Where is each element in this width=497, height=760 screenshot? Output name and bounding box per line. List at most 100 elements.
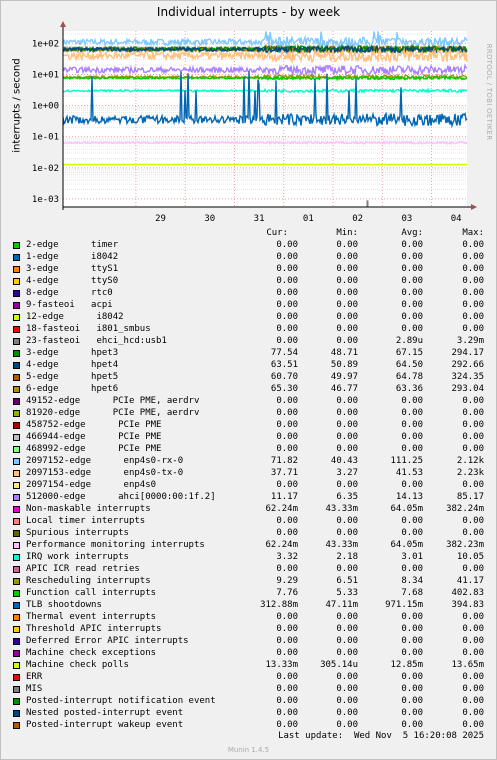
legend-min-value: 50.89	[330, 360, 358, 370]
legend-swatch	[13, 650, 20, 657]
legend-avg-value: 0.00	[401, 648, 423, 658]
legend-label: 81920-edge PCIe PME, aerdrv	[26, 408, 200, 418]
legend-min-value: 43.33m	[325, 504, 358, 514]
legend-max-value: 382.24m	[446, 504, 484, 514]
legend-swatch	[13, 266, 20, 273]
legend-row: Thermal event interrupts 0.00 0.00 0.00 0.00	[0, 612, 497, 624]
legend-max-value: 2.12k	[456, 456, 484, 466]
legend-swatch	[13, 626, 20, 633]
legend-max-value: 0.00	[462, 240, 484, 250]
legend-min-value: 3.27	[336, 468, 358, 478]
legend-label: ERR	[26, 672, 43, 682]
legend-cur-value: 62.24m	[265, 504, 298, 514]
legend-avg-value: 0.00	[401, 684, 423, 694]
legend-swatch	[13, 722, 20, 729]
legend-min-value: 0.00	[336, 636, 358, 646]
legend-swatch	[13, 458, 20, 465]
legend-min-value: 0.00	[336, 624, 358, 634]
legend-avg-value: 67.15	[395, 348, 423, 358]
legend-label: 1-edge i8042	[26, 252, 119, 262]
legend-avg-value: 3.01	[401, 552, 423, 562]
legend-label: 466944-edge PCIe PME	[26, 432, 162, 442]
legend-cur-value: 0.00	[276, 708, 298, 718]
legend-row: 8-edge rtc0 0.00 0.00 0.00 0.00	[0, 288, 497, 300]
legend-cur-value: 0.00	[276, 516, 298, 526]
legend-row: 2097152-edge enp4s0-rx-0 71.82 40.43 111.25…	[0, 456, 497, 468]
legend-swatch	[13, 566, 20, 573]
legend-min-value: 0.00	[336, 240, 358, 250]
legend-avg-value: 0.00	[401, 480, 423, 490]
legend-cur-value: 11.17	[270, 492, 298, 502]
legend-avg-value: 41.53	[395, 468, 423, 478]
legend-min-value: 0.00	[336, 672, 358, 682]
legend-row: Machine check exceptions 0.00 0.00 0.00 0.00	[0, 648, 497, 660]
legend-min-value: 46.77	[330, 384, 358, 394]
legend-cur-value: 3.32	[276, 552, 298, 562]
legend-row: 512000-edge ahci[0000:00:1f.2] 11.17 6.35 1…	[0, 492, 497, 504]
legend-header-max: Max:	[462, 228, 484, 238]
x-tick-label: 04	[451, 214, 462, 224]
legend-swatch	[13, 374, 20, 381]
legend-min-value: 0.00	[336, 708, 358, 718]
legend-header-min: Min:	[336, 228, 358, 238]
legend-swatch	[13, 554, 20, 561]
legend-max-value: 0.00	[462, 696, 484, 706]
legend-swatch	[13, 398, 20, 405]
legend-row: Performance monitoring interrupts 62.24m 4…	[0, 540, 497, 552]
legend-max-value: 0.00	[462, 300, 484, 310]
legend-row: 2097154-edge enp4s0 0.00 0.00 0.00 0.00	[0, 480, 497, 492]
legend-cur-value: 0.00	[276, 528, 298, 538]
legend-row: Spurious interrupts 0.00 0.00 0.00 0.00	[0, 528, 497, 540]
legend-cur-value: 0.00	[276, 480, 298, 490]
legend-row: Nested posted-interrupt event 0.00 0.00 0.0…	[0, 708, 497, 720]
legend-row: 9-fasteoi acpi 0.00 0.00 0.00 0.00	[0, 300, 497, 312]
legend-label: 2-edge timer	[26, 240, 119, 250]
legend-row: 468992-edge PCIe PME 0.00 0.00 0.00 0.00	[0, 444, 497, 456]
legend-min-value: 0.00	[336, 696, 358, 706]
legend-swatch	[13, 482, 20, 489]
legend-row: 3-edge hpet3 77.54 48.71 67.15 294.17	[0, 348, 497, 360]
y-tick-label: 1e-03	[32, 195, 59, 205]
legend-row: IRQ work interrupts 3.32 2.18 3.01 10.05	[0, 552, 497, 564]
legend-cur-value: 0.00	[276, 612, 298, 622]
legend-label: Rescheduling interrupts	[26, 576, 151, 586]
legend-cur-value: 0.00	[276, 408, 298, 418]
legend-label: Deferred Error APIC interrupts	[26, 636, 189, 646]
legend-max-value: 0.00	[462, 264, 484, 274]
legend-cur-value: 65.30	[270, 384, 298, 394]
x-tick-label: 01	[303, 214, 314, 224]
legend-cur-value: 0.00	[276, 336, 298, 346]
legend-swatch	[13, 254, 20, 261]
legend-max-value: 0.00	[462, 288, 484, 298]
legend-min-value: 6.51	[336, 576, 358, 586]
legend-row: 1-edge i8042 0.00 0.00 0.00 0.00	[0, 252, 497, 264]
legend-max-value: 0.00	[462, 648, 484, 658]
legend-cur-value: 71.82	[270, 456, 298, 466]
legend-label: 512000-edge ahci[0000:00:1f.2]	[26, 492, 216, 502]
legend-max-value: 394.83	[451, 600, 484, 610]
legend-max-value: 41.17	[456, 576, 484, 586]
legend-min-value: 0.00	[336, 648, 358, 658]
legend-min-value: 0.00	[336, 300, 358, 310]
legend-cur-value: 0.00	[276, 696, 298, 706]
y-tick-label: 1e+00	[32, 102, 59, 112]
legend-min-value: 5.33	[336, 588, 358, 598]
legend-max-value: 10.05	[456, 552, 484, 562]
legend-row: 4-edge ttyS0 0.00 0.00 0.00 0.00	[0, 276, 497, 288]
legend-max-value: 0.00	[462, 708, 484, 718]
legend-swatch	[13, 602, 20, 609]
legend-cur-value: 0.00	[276, 684, 298, 694]
legend-label: Nested posted-interrupt event	[26, 708, 184, 718]
legend-label: MIS	[26, 684, 43, 694]
x-tick-label: 29	[155, 214, 166, 224]
legend-swatch	[13, 578, 20, 585]
legend-label: TLB shootdowns	[26, 600, 102, 610]
legend-cur-value: 0.00	[276, 240, 298, 250]
legend-max-value: 294.17	[451, 348, 484, 358]
legend-label: Machine check exceptions	[26, 648, 157, 658]
legend-min-value: 49.97	[330, 372, 358, 382]
legend-row: MIS 0.00 0.00 0.00 0.00	[0, 684, 497, 696]
legend-row: 81920-edge PCIe PME, aerdrv 0.00 0.00 0.00 0…	[0, 408, 497, 420]
legend-label: Function call interrupts	[26, 588, 157, 598]
legend-cur-value: 7.76	[276, 588, 298, 598]
